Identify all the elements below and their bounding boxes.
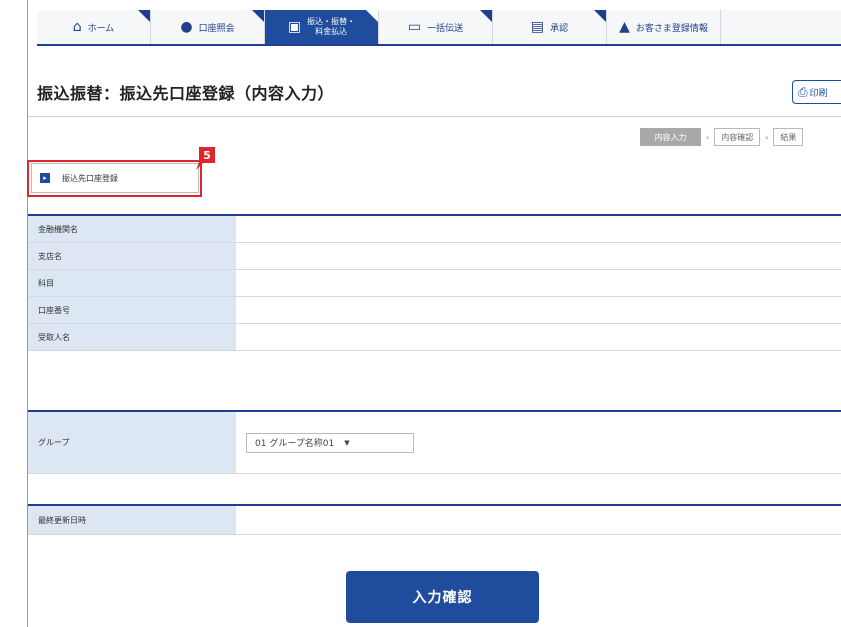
bank-name-value xyxy=(236,216,841,242)
table-row: グループ 01 グループ名称01 ▼ xyxy=(28,412,841,474)
group-table: グループ 01 グループ名称01 ▼ xyxy=(28,410,841,474)
account-type-value xyxy=(236,270,841,296)
nav-home[interactable]: ⌂ ホーム xyxy=(37,10,151,44)
table-row: 受取人名 xyxy=(28,324,841,351)
last-updated-value xyxy=(236,506,841,534)
nav-approval-label: 承認 xyxy=(550,23,569,34)
title-divider xyxy=(28,116,841,117)
table-row: 口座番号 xyxy=(28,297,841,324)
payee-account-table: 金融機関名 支店名 科目 口座番号 受取人名 xyxy=(28,214,841,351)
step-input: 内容入力 xyxy=(640,128,701,146)
nav-transfer-label-line: 振込・振替・ xyxy=(307,17,356,26)
group-value-cell: 01 グループ名称01 ▼ xyxy=(236,412,841,473)
nav-customer-info[interactable]: ▲ お客さま登録情報 xyxy=(607,10,721,44)
page-title: 振込振替：振込先口座登録（内容入力） xyxy=(37,84,335,103)
global-nav: ⌂ ホーム ● 口座照会 ▣ 振込・振替・ 料金払込 ▭ 一括伝送 ▤ 承認 ▲ … xyxy=(37,10,841,46)
nav-customer-info-label: お客さま登録情報 xyxy=(635,23,708,34)
step-result: 結果 xyxy=(773,128,804,146)
nav-approval[interactable]: ▤ 承認 xyxy=(493,10,607,44)
table-row: 科目 xyxy=(28,270,841,297)
home-icon: ⌂ xyxy=(72,19,82,35)
table-row: 金融機関名 xyxy=(28,216,841,243)
branch-name-value xyxy=(236,243,841,269)
group-label: グループ xyxy=(28,412,236,473)
last-updated-label: 最終更新日時 xyxy=(28,506,236,534)
corner-marker-icon xyxy=(252,10,264,22)
group-select[interactable]: 01 グループ名称01 ▼ xyxy=(246,432,414,453)
table-row: 最終更新日時 xyxy=(28,506,841,535)
step-indicator: 内容入力 › 内容確認 › 結果 xyxy=(640,128,804,146)
callout-number: 5 xyxy=(199,147,215,163)
corner-marker-icon xyxy=(594,10,606,22)
customer-info-icon: ▲ xyxy=(619,19,630,35)
account-number-value xyxy=(236,297,841,323)
approval-icon: ▤ xyxy=(530,19,545,35)
input-confirm-button[interactable]: 入力確認 xyxy=(346,571,539,623)
group-select-value: 01 グループ名称01 xyxy=(255,439,335,449)
corner-marker-icon xyxy=(480,10,492,22)
nav-account-inquiry[interactable]: ● 口座照会 xyxy=(151,10,265,44)
account-type-label: 科目 xyxy=(28,270,236,296)
nav-batch-transmission[interactable]: ▭ 一括伝送 xyxy=(379,10,493,44)
step-confirm: 内容確認 xyxy=(714,128,761,146)
last-updated-table: 最終更新日時 xyxy=(28,504,841,535)
transfer-icon: ▣ xyxy=(287,19,302,35)
printer-icon: ⎙ xyxy=(798,84,808,99)
step-separator-icon: › xyxy=(706,132,710,142)
corner-marker-icon xyxy=(138,10,150,22)
nav-transfer[interactable]: ▣ 振込・振替・ 料金払込 xyxy=(265,10,379,44)
print-button-label: 印刷 xyxy=(809,88,828,99)
account-inquiry-icon: ● xyxy=(180,19,193,35)
batch-transmission-icon: ▭ xyxy=(407,19,422,35)
recipient-name-label: 受取人名 xyxy=(28,324,236,350)
nav-transfer-label-line: 料金払込 xyxy=(315,27,348,36)
callout-highlight xyxy=(27,160,202,197)
recipient-name-value xyxy=(236,324,841,350)
branch-name-label: 支店名 xyxy=(28,243,236,269)
chevron-down-icon: ▼ xyxy=(344,438,350,447)
nav-batch-transmission-label: 一括伝送 xyxy=(427,23,464,34)
table-row: 支店名 xyxy=(28,243,841,270)
account-number-label: 口座番号 xyxy=(28,297,236,323)
corner-marker-icon xyxy=(366,10,378,22)
bank-name-label: 金融機関名 xyxy=(28,216,236,242)
print-button[interactable]: ⎙ 印刷 xyxy=(792,80,841,104)
step-separator-icon: › xyxy=(765,132,769,142)
nav-transfer-label: 振込・振替・ 料金払込 xyxy=(307,17,355,37)
nav-account-inquiry-label: 口座照会 xyxy=(198,23,235,34)
nav-home-label: ホーム xyxy=(87,23,115,34)
